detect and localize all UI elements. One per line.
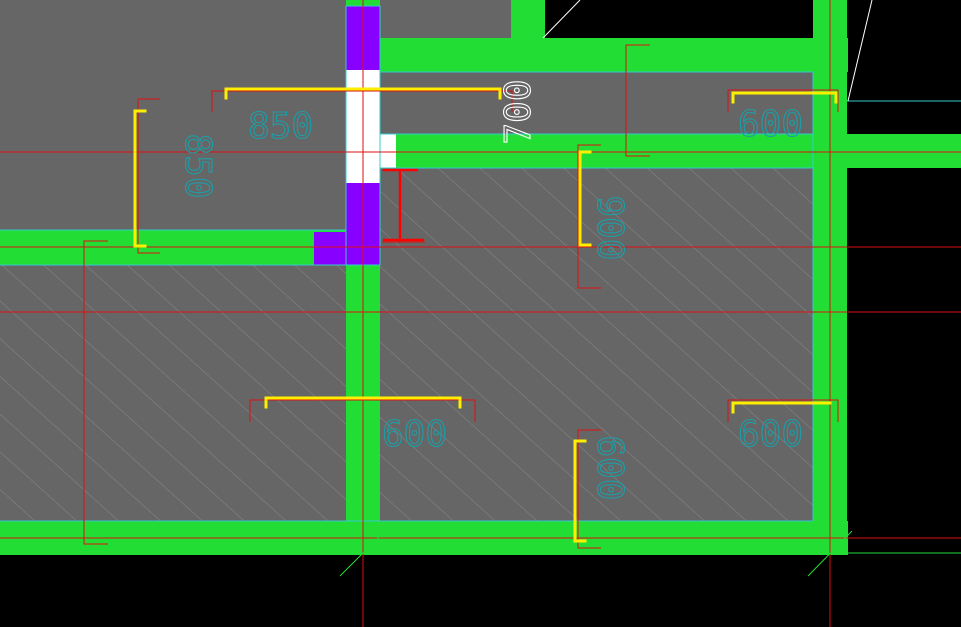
label-slab-top-right[interactable]: 600 — [737, 103, 803, 145]
cad-drawing-canvas[interactable]: 850 850 700 600 900 600 600 600 — [0, 0, 961, 627]
column-lower-wing[interactable] — [314, 232, 380, 265]
label-slab-top-left-width[interactable]: 850 — [247, 105, 313, 147]
label-slab-top-mid[interactable]: 700 — [497, 79, 539, 145]
slab-top-mid-upper[interactable] — [380, 0, 511, 38]
label-slab-bottom-right[interactable]: 600 — [737, 413, 803, 455]
label-slab-top-left-height[interactable]: 850 — [176, 133, 218, 199]
opening-white-notch[interactable] — [380, 134, 396, 168]
beam-top-horizontal-lower[interactable] — [378, 134, 961, 168]
label-slab-bottom-mid-vertical[interactable]: 600 — [588, 435, 630, 501]
beam-vertical-top-small[interactable] — [511, 0, 545, 40]
beam-top-horizontal-upper[interactable] — [378, 38, 848, 72]
slab-bottom-left-hatch — [0, 265, 346, 521]
label-slab-bottom-left[interactable]: 600 — [381, 413, 447, 455]
label-slab-mid-right-vertical[interactable]: 900 — [588, 195, 630, 261]
